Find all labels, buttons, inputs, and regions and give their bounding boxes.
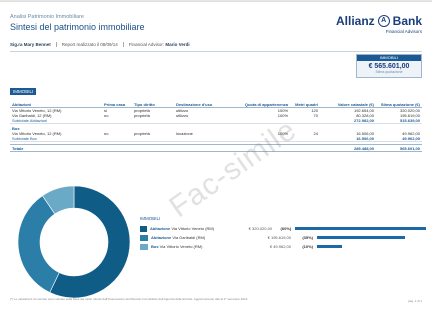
summary-badge-label: IMMOBILI (357, 55, 421, 61)
legend-value: € 49.962,00 (269, 244, 291, 249)
property-table: Abitazioni Prima casa Tipo diritto Destinaz… (10, 95, 422, 152)
client-name: Sig.ra Mary Bennet (10, 42, 51, 47)
column-header: Quota di appartenenza (230, 95, 290, 108)
allocation-donut-chart (17, 185, 131, 299)
legend-bar (317, 245, 342, 248)
legend-percent: (10%) (302, 244, 313, 249)
legend-value: € 195.619,00 (267, 235, 291, 240)
footnote: (*) Le valutazioni di mercato sono stima… (10, 297, 249, 301)
report-page: Analisi Patrimonio Immobiliare Sintesi d… (0, 2, 432, 311)
legend-row: Box Via Vittorio Veneto (RM) € 49.962,00 (… (140, 242, 426, 251)
total-estimate: 565.601,00 (376, 144, 422, 152)
section-tag: IMMOBILI (10, 88, 37, 95)
page-title: Sintesi del patrimonio immobiliare (10, 22, 145, 32)
summary-badge-value: € 565.601,00 (368, 63, 410, 70)
total-cadastral: 289.488,00 (320, 144, 376, 152)
legend-bar (295, 227, 426, 230)
legend-label: Abitazione Via Vittorio Veneto (RM) (149, 226, 215, 231)
column-header: Stima quotazione (€) (376, 95, 422, 108)
column-header: Prima casa (102, 95, 132, 108)
legend-swatch (140, 225, 147, 232)
legend-swatch (140, 243, 148, 250)
summary-badge-caption: Stima quotazione (375, 70, 403, 74)
column-header: Valore catastale (€) (320, 95, 376, 108)
page-number: pag. 1 di 1 (407, 299, 422, 303)
legend-row: Abitazione Via Garibaldi (RM) € 195.619,0… (140, 233, 426, 242)
report-meta: Sig.ra Mary Bennet Report realizzato il 0… (10, 42, 190, 48)
summary-badge: IMMOBILI € 565.601,00 Stima quotazione (356, 54, 422, 78)
advisor-name: Mario Verdi (165, 42, 190, 47)
allianz-eagle-icon: A (377, 15, 390, 27)
legend-percent: (35%) (302, 235, 313, 240)
advisor-label: Financial Advisor: (128, 42, 165, 47)
legend-percent: (60%) (280, 226, 292, 231)
legend-swatch (140, 234, 148, 241)
allianz-bank-logo: Allianz A Bank Financial Advisors (335, 14, 422, 34)
legend-label: Abitazione Via Garibaldi (RM) (151, 235, 206, 240)
total-row: Totale 289.488,00 565.601,00 (10, 144, 422, 152)
legend-row: Abitazione Via Vittorio Veneto (RM) € 320… (140, 224, 426, 233)
column-header: Destinazione d'uso (174, 95, 230, 108)
column-header: Metri quadri (290, 95, 320, 108)
report-date: Report realizzato il 08/09/14 (61, 42, 118, 47)
report-kicker: Analisi Patrimonio Immobiliare (10, 14, 84, 20)
column-header: Tipo diritto (132, 95, 174, 108)
legend-label: Box Via Vittorio Veneto (RM) (151, 244, 203, 249)
legend-value: € 320.020,00 (248, 226, 273, 231)
header-divider (10, 51, 422, 52)
allocation-legend: IMMOBILI Abitazione Via Vittorio Veneto … (140, 216, 426, 251)
legend-bar (317, 236, 405, 239)
legend-title: IMMOBILI (140, 216, 161, 221)
column-header: Abitazioni (10, 95, 102, 108)
logo-subtitle: Financial Advisors (385, 29, 422, 34)
